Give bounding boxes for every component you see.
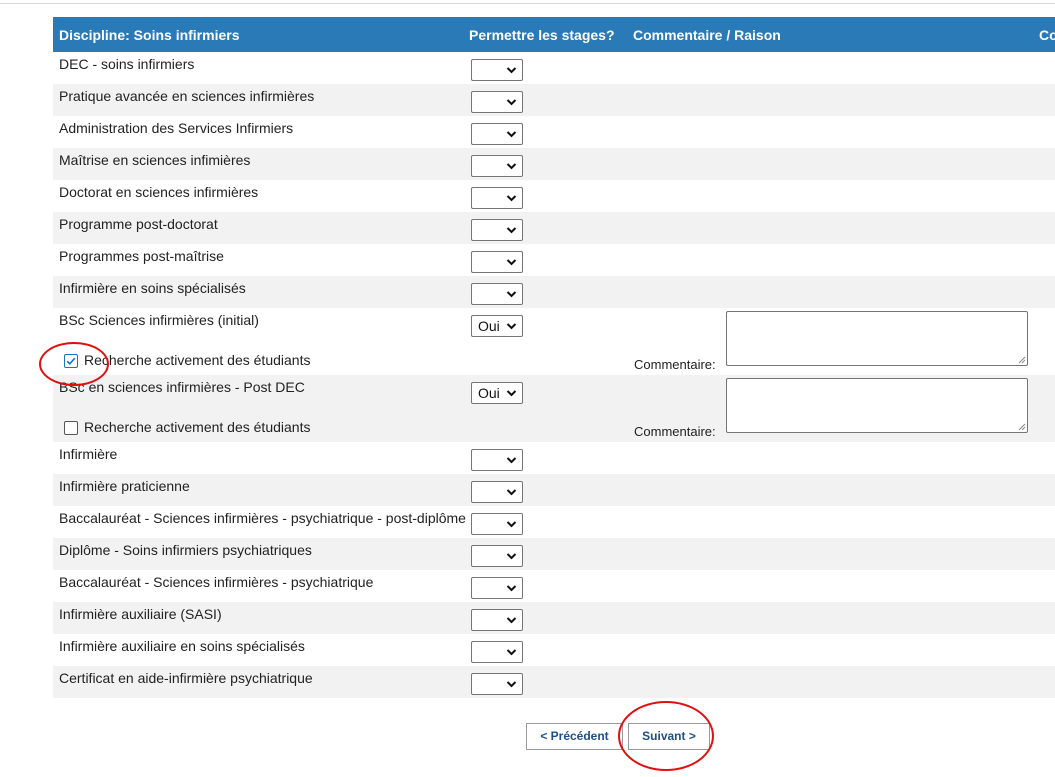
table-row: Diplôme - Soins infirmiers psychiatrique… — [53, 538, 1055, 570]
discipline-label: Programmes post-maîtrise — [59, 248, 224, 264]
permit-internship-select[interactable] — [471, 449, 523, 471]
discipline-label: DEC - soins infirmiers — [59, 56, 195, 72]
discipline-label: Infirmière — [59, 446, 118, 462]
table-row: Doctorat en sciences infirmières — [53, 180, 1055, 212]
discipline-label: Infirmière praticienne — [59, 478, 190, 494]
table-row: BSc en sciences infirmières - Post DEC Ou… — [53, 375, 1055, 442]
chevron-down-icon — [506, 585, 517, 592]
actively-recruiting-label: Recherche activement des étudiants — [84, 352, 311, 368]
header-extra-column: Co — [1039, 27, 1055, 43]
chevron-down-icon — [506, 457, 517, 464]
permit-internship-select[interactable]: Oui — [471, 315, 523, 337]
discipline-table: Discipline: Soins infirmiers Permettre l… — [53, 17, 1055, 698]
discipline-label: Doctorat en sciences infirmières — [59, 184, 259, 200]
table-row: Programme post-doctorat — [53, 212, 1055, 244]
chevron-down-icon — [506, 227, 517, 234]
resize-grip-icon[interactable] — [1017, 422, 1026, 431]
discipline-label: BSc en sciences infirmières - Post DEC — [59, 379, 305, 395]
discipline-label: Infirmière auxiliaire en soins spécialis… — [59, 638, 305, 654]
permit-internship-select[interactable] — [471, 609, 523, 631]
table-row: Infirmière auxiliaire (SASI) — [53, 602, 1055, 634]
permit-internship-select[interactable] — [471, 481, 523, 503]
discipline-label: Programme post-doctorat — [59, 216, 218, 232]
previous-button[interactable]: < Précédent — [526, 723, 623, 750]
table-row: BSc Sciences infirmières (initial) Oui Rec… — [53, 308, 1055, 375]
chevron-down-icon — [506, 489, 517, 496]
permit-internship-select[interactable] — [471, 577, 523, 599]
permit-internship-select[interactable] — [471, 219, 523, 241]
actively-recruiting-checkbox[interactable] — [64, 421, 78, 435]
discipline-label: Certificat en aide-infirmière psychiatri… — [59, 670, 313, 686]
chevron-down-icon — [506, 553, 517, 560]
discipline-label: Pratique avancée en sciences infirmières — [59, 88, 315, 104]
chevron-down-icon — [506, 163, 517, 170]
table-row: Infirmière en soins spécialisés — [53, 276, 1055, 308]
select-value: Oui — [478, 318, 500, 334]
chevron-down-icon — [506, 681, 517, 688]
discipline-label: Baccalauréat - Sciences infirmières - ps… — [59, 574, 374, 590]
comment-textarea[interactable] — [726, 311, 1028, 366]
chevron-down-icon — [506, 259, 517, 266]
discipline-label: BSc Sciences infirmières (initial) — [59, 312, 259, 328]
chevron-down-icon — [506, 195, 517, 202]
permit-internship-select[interactable] — [471, 91, 523, 113]
header-permit-internships: Permettre les stages? — [469, 27, 615, 43]
comment-textarea[interactable] — [726, 378, 1028, 433]
comment-label: Commentaire: — [634, 424, 716, 439]
permit-internship-select[interactable] — [471, 673, 523, 695]
discipline-label: Baccalauréat - Sciences infirmières - ps… — [59, 510, 466, 526]
permit-internship-select[interactable] — [471, 251, 523, 273]
header-comment-reason: Commentaire / Raison — [633, 27, 781, 43]
permit-internship-select[interactable] — [471, 123, 523, 145]
chevron-down-icon — [506, 291, 517, 298]
permit-internship-select[interactable] — [471, 641, 523, 663]
permit-internship-select[interactable] — [471, 545, 523, 567]
table-body: DEC - soins infirmiers Pratique avancée e… — [53, 52, 1055, 698]
actively-recruiting-checkbox[interactable] — [64, 354, 78, 368]
permit-internship-select[interactable] — [471, 155, 523, 177]
check-icon — [66, 357, 76, 365]
table-row: Infirmière — [53, 442, 1055, 474]
table-row: Administration des Services Infirmiers — [53, 116, 1055, 148]
permit-internship-select[interactable] — [471, 59, 523, 81]
table-row: DEC - soins infirmiers — [53, 52, 1055, 84]
table-row: Programmes post-maîtrise — [53, 244, 1055, 276]
top-divider — [0, 3, 1055, 4]
discipline-label: Diplôme - Soins infirmiers psychiatrique… — [59, 542, 312, 558]
chevron-down-icon — [506, 323, 517, 330]
comment-label: Commentaire: — [634, 357, 716, 372]
chevron-down-icon — [506, 390, 517, 397]
resize-grip-icon[interactable] — [1017, 355, 1026, 364]
table-row: Baccalauréat - Sciences infirmières - ps… — [53, 570, 1055, 602]
permit-internship-select[interactable] — [471, 187, 523, 209]
next-button[interactable]: Suivant > — [628, 723, 710, 750]
chevron-down-icon — [506, 649, 517, 656]
chevron-down-icon — [506, 521, 517, 528]
table-row: Maîtrise en sciences infimières — [53, 148, 1055, 180]
discipline-label: Maîtrise en sciences infimières — [59, 152, 251, 168]
actively-recruiting-label: Recherche activement des étudiants — [84, 419, 311, 435]
table-row: Infirmière auxiliaire en soins spécialis… — [53, 634, 1055, 666]
table-row: Pratique avancée en sciences infirmières — [53, 84, 1055, 116]
chevron-down-icon — [506, 99, 517, 106]
select-value: Oui — [478, 385, 500, 401]
discipline-label: Infirmière auxiliaire (SASI) — [59, 606, 222, 622]
permit-internship-select[interactable] — [471, 513, 523, 535]
chevron-down-icon — [506, 617, 517, 624]
chevron-down-icon — [506, 131, 517, 138]
permit-internship-select[interactable]: Oui — [471, 382, 523, 404]
table-row: Certificat en aide-infirmière psychiatri… — [53, 666, 1055, 698]
permit-internship-select[interactable] — [471, 283, 523, 305]
table-row: Infirmière praticienne — [53, 474, 1055, 506]
chevron-down-icon — [506, 67, 517, 74]
discipline-label: Infirmière en soins spécialisés — [59, 280, 246, 296]
table-row: Baccalauréat - Sciences infirmières - ps… — [53, 506, 1055, 538]
discipline-label: Administration des Services Infirmiers — [59, 120, 294, 136]
header-discipline: Discipline: Soins infirmiers — [59, 27, 240, 43]
table-header: Discipline: Soins infirmiers Permettre l… — [53, 17, 1055, 52]
